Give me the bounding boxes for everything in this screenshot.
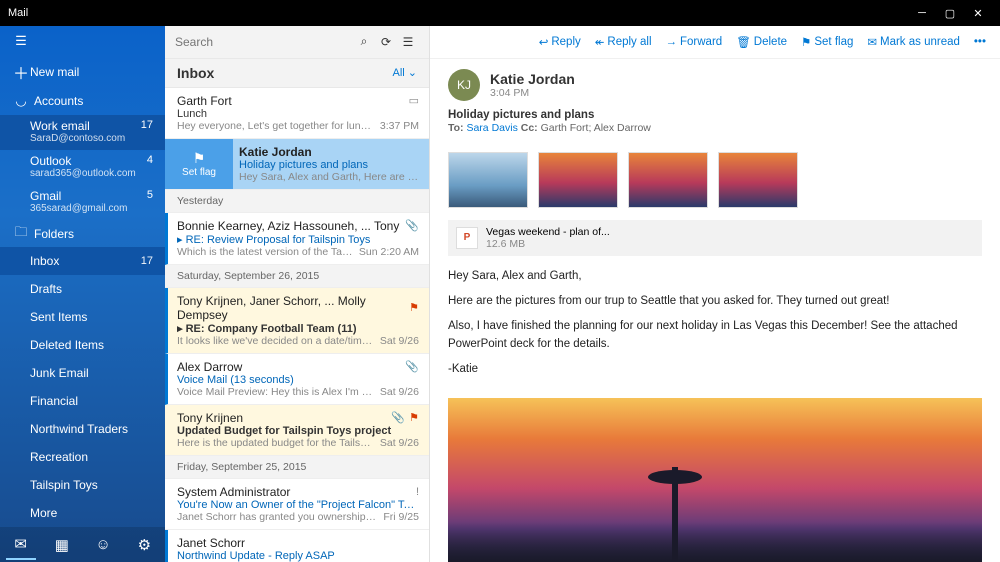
sidebar: ☰ ＋New mail ◡ Accounts 17Work emailSaraD@…	[0, 26, 165, 562]
message-list-pane: ⌕ ⟳ ☰ Inbox All ⌄ Garth Fort▭LunchHey ev…	[165, 26, 430, 562]
set-flag-button[interactable]: ⚑Set flag	[801, 35, 853, 49]
new-mail-button[interactable]: ＋New mail	[0, 57, 165, 88]
search-input[interactable]	[175, 35, 353, 49]
folder-item[interactable]: Financial	[0, 387, 165, 415]
calendar-tab-icon[interactable]: ▦	[47, 530, 77, 560]
to-recipient[interactable]: Sara Davis	[466, 122, 517, 134]
list-heading: Inbox All ⌄	[165, 59, 429, 88]
app-title: Mail	[8, 7, 28, 19]
folder-icon: 🗀	[12, 223, 30, 245]
refresh-icon[interactable]: ⟳	[375, 35, 397, 49]
powerpoint-icon: P	[456, 227, 478, 249]
message-item[interactable]: Tony Krijnen📎⚑Updated Budget for Tailspi…	[165, 405, 429, 456]
mail-tab-icon[interactable]: ✉	[6, 530, 36, 560]
filter-dropdown[interactable]: All ⌄	[392, 66, 417, 79]
sidebar-bottom-bar: ✉ ▦ ☺ ⚙	[0, 527, 165, 562]
folder-item[interactable]: Northwind Traders	[0, 415, 165, 443]
flag-icon: ⚑	[409, 301, 419, 314]
attachment-icon: 📎	[405, 360, 419, 373]
list-heading-label: Inbox	[177, 65, 214, 81]
reply-all-icon: ↞	[595, 35, 605, 49]
accounts-header[interactable]: ◡ Accounts	[0, 88, 165, 115]
inline-image	[448, 398, 982, 562]
attachment-size: 12.6 MB	[486, 238, 610, 250]
flag-action[interactable]: ⚑Set flag	[165, 139, 233, 189]
folder-item[interactable]: Inbox17	[0, 247, 165, 275]
image-thumbnail[interactable]	[628, 152, 708, 208]
message-item[interactable]: ⚑Set flagKatie JordanHoliday pictures an…	[165, 139, 429, 190]
settings-icon[interactable]: ⚙	[129, 530, 159, 560]
titlebar: Mail ─ ▢ ✕	[0, 0, 1000, 26]
important-icon: !	[416, 486, 419, 498]
reader-header: KJ Katie Jordan 3:04 PM Holiday pictures…	[430, 59, 1000, 142]
forward-icon: →	[666, 36, 678, 48]
minimize-button[interactable]: ─	[908, 0, 936, 26]
folder-item[interactable]: Drafts	[0, 275, 165, 303]
account-item[interactable]: 5Gmail365sarad@gmail.com	[0, 185, 165, 220]
folder-item[interactable]: Sent Items	[0, 303, 165, 331]
mark-unread-button[interactable]: ✉Mark as unread	[867, 35, 960, 49]
recipients-line: To: Sara Davis Cc: Garth Fort; Alex Darr…	[448, 122, 982, 134]
folder-item[interactable]: Recreation	[0, 443, 165, 471]
folder-item[interactable]: Deleted Items	[0, 331, 165, 359]
feedback-icon[interactable]: ☺	[88, 530, 118, 560]
message-item[interactable]: Garth Fort▭LunchHey everyone, Let's get …	[165, 88, 429, 139]
delete-button[interactable]: 🗑Delete	[736, 35, 787, 49]
sender-avatar: KJ	[448, 69, 480, 101]
select-mode-icon[interactable]: ☰	[397, 35, 419, 49]
file-attachment[interactable]: P Vegas weekend - plan of... 12.6 MB	[448, 220, 982, 256]
image-thumbnail[interactable]	[448, 152, 528, 208]
close-button[interactable]: ✕	[964, 0, 992, 26]
new-mail-label: New mail	[30, 65, 153, 79]
search-bar: ⌕ ⟳ ☰	[165, 26, 429, 59]
account-item[interactable]: 4Outlooksarad365@outlook.com	[0, 150, 165, 185]
accounts-label: Accounts	[34, 94, 153, 108]
image-thumbnail[interactable]	[718, 152, 798, 208]
reply-icon: ↩	[539, 35, 549, 49]
person-icon: ◡	[12, 93, 30, 109]
hamburger-icon: ☰	[12, 33, 30, 49]
message-body: Hey Sara, Alex and Garth, Here are the p…	[430, 264, 1000, 390]
message-item[interactable]: Janet SchorrNorthwind Update - Reply ASA…	[165, 530, 429, 562]
reader-subject: Holiday pictures and plans	[448, 109, 982, 121]
sent-time: 3:04 PM	[490, 87, 575, 99]
reply-button[interactable]: ↩Reply	[539, 35, 581, 49]
folder-item[interactable]: Tailspin Toys	[0, 471, 165, 499]
reply-all-button[interactable]: ↞Reply all	[595, 35, 652, 49]
group-header: Saturday, September 26, 2015	[165, 265, 429, 288]
group-header: Yesterday	[165, 190, 429, 213]
attachment-icon: 📎	[405, 219, 419, 232]
maximize-button[interactable]: ▢	[936, 0, 964, 26]
folder-item[interactable]: Junk Email	[0, 359, 165, 387]
search-icon[interactable]: ⌕	[353, 34, 375, 49]
attachment-name: Vegas weekend - plan of...	[486, 226, 610, 238]
trash-icon: 🗑	[736, 35, 751, 49]
reader-actions: ↩Reply ↞Reply all →Forward 🗑Delete ⚑Set …	[430, 26, 1000, 59]
message-item[interactable]: Alex Darrow📎Voice Mail (13 seconds)Voice…	[165, 354, 429, 405]
folder-item[interactable]: More	[0, 499, 165, 527]
message-item[interactable]: System Administrator!You're Now an Owner…	[165, 479, 429, 530]
attachment-icon: 📎	[391, 411, 405, 424]
mail-icon: ✉	[867, 35, 877, 49]
cc-recipients: Garth Fort; Alex Darrow	[541, 122, 651, 134]
flag-icon: ⚑	[801, 35, 811, 49]
chevron-down-icon: ⌄	[408, 67, 417, 79]
plus-icon: ＋	[12, 60, 30, 84]
account-item[interactable]: 17Work emailSaraD@contoso.com	[0, 115, 165, 150]
sender-name: Katie Jordan	[490, 71, 575, 87]
folders-label: Folders	[34, 227, 153, 241]
folders-header[interactable]: 🗀 Folders	[0, 220, 165, 247]
image-thumbnail[interactable]	[538, 152, 618, 208]
flag-icon: ⚑	[409, 411, 419, 424]
reading-pane: ↩Reply ↞Reply all →Forward 🗑Delete ⚑Set …	[430, 26, 1000, 562]
calendar-icon: ▭	[409, 94, 419, 107]
image-attachments	[430, 142, 1000, 212]
message-item[interactable]: Bonnie Kearney, Aziz Hassouneh, ... Tony…	[165, 213, 429, 265]
forward-button[interactable]: →Forward	[666, 36, 723, 48]
hamburger-button[interactable]: ☰	[0, 26, 165, 57]
more-actions-button[interactable]: •••	[974, 36, 986, 48]
message-item[interactable]: Tony Krijnen, Janer Schorr, ... Molly De…	[165, 288, 429, 354]
group-header: Friday, September 25, 2015	[165, 456, 429, 479]
